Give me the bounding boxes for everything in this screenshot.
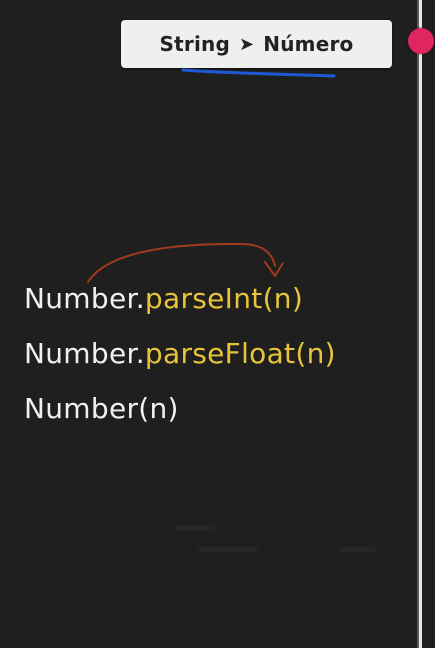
code-method-parseint: parseInt bbox=[144, 282, 263, 315]
faded-text-blur bbox=[198, 547, 258, 552]
title-underline-stroke bbox=[181, 68, 336, 78]
record-dot-icon bbox=[408, 28, 434, 54]
code-method-parsefloat: parseFloat bbox=[144, 337, 296, 370]
code-args: (n) bbox=[262, 282, 304, 315]
parse-arrow-head bbox=[264, 261, 284, 277]
title-target-type: Número bbox=[263, 32, 354, 56]
title-source-type: String bbox=[159, 32, 230, 56]
faded-text-blur bbox=[175, 525, 215, 531]
code-object: Number. bbox=[24, 282, 145, 315]
slide-canvas: String ➤ Número Number.parseInt(n) Numbe… bbox=[0, 0, 435, 648]
code-object: Number. bbox=[24, 337, 145, 370]
title-arrow-icon: ➤ bbox=[238, 33, 255, 55]
code-args: (n) bbox=[138, 392, 179, 425]
code-args: (n) bbox=[295, 337, 336, 370]
code-line-parsefloat: Number.parseFloat(n) bbox=[24, 337, 336, 370]
title-card: String ➤ Número bbox=[121, 20, 392, 68]
faded-text-blur bbox=[338, 547, 376, 552]
side-divider bbox=[419, 0, 422, 648]
code-object: Number bbox=[24, 392, 139, 425]
code-line-number: Number(n) bbox=[24, 392, 179, 425]
code-line-parseint: Number.parseInt(n) bbox=[24, 282, 303, 315]
parse-arrow-stroke bbox=[87, 242, 276, 283]
